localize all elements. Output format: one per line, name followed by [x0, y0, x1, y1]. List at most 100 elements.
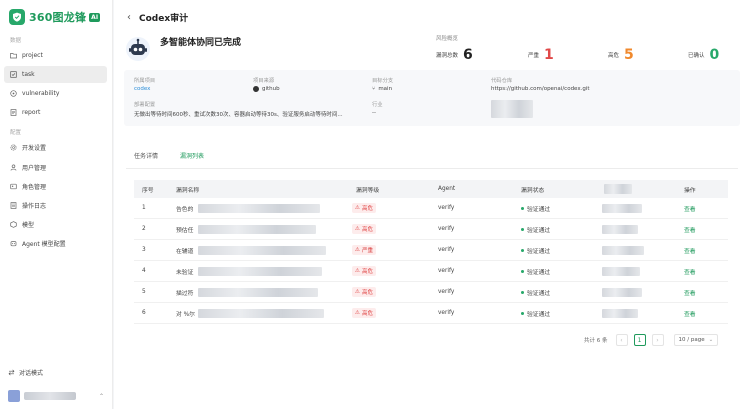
user-name-redacted	[24, 392, 76, 400]
warning-icon: ⚠	[355, 289, 360, 295]
task-header: 多智能体协同已完成 风险概览 漏洞总数 6 严重 1 高危 5 已确认 0	[114, 34, 750, 68]
redacted-cell	[602, 267, 640, 276]
sidebar-item-label: 开发设置	[22, 145, 47, 152]
log-icon	[10, 202, 17, 209]
config-value: 无做出等待时间600秒、重试次数30次、容器启动等待30s、验证服务启动等待时间…	[134, 112, 343, 118]
stat-high: 高危 5	[608, 47, 634, 63]
redacted-name	[198, 309, 324, 318]
status-text: 验证通过	[527, 227, 551, 234]
redacted-name	[198, 288, 318, 297]
col-name-header: 漏洞名称	[176, 187, 200, 194]
sidebar-item-operation-log[interactable]: 操作日志	[4, 197, 107, 214]
view-link[interactable]: 查看	[684, 204, 696, 213]
sidebar-item-model[interactable]: 模型	[4, 216, 107, 233]
tab-vulnerability-list[interactable]: 漏洞列表	[180, 151, 205, 169]
row-name: 对 %尔	[176, 311, 195, 318]
table-row: 2 预估任 ⚠ 高危 verify 验证通过 查看	[134, 219, 728, 240]
row-name: 在辅道	[176, 248, 194, 255]
table-row: 5 描过符 ⚠ 高危 verify 验证通过 查看	[134, 282, 728, 303]
branch-text: main	[378, 86, 393, 92]
table-row: 4 未验证 ⚠ 高危 verify 验证通过 查看	[134, 261, 728, 282]
status-badge: 验证通过	[521, 225, 550, 234]
user-switcher[interactable]: ⌃	[8, 389, 104, 403]
sidebar-item-report[interactable]: report	[4, 104, 107, 121]
sidebar-item-vulnerability[interactable]: vulnerability	[4, 85, 107, 102]
risk-overview-label: 风险概览	[436, 36, 459, 42]
page-1-button[interactable]: 1	[633, 334, 646, 346]
robot-avatar-icon	[126, 37, 150, 61]
bug-icon	[10, 90, 17, 97]
warning-icon: ⚠	[355, 205, 360, 211]
sidebar-group-title-config: 配置	[10, 130, 22, 136]
status-dot	[521, 290, 524, 294]
page-size-select[interactable]: 10 / page ⌄	[673, 334, 719, 346]
avatar	[8, 390, 20, 402]
model-icon	[10, 221, 17, 228]
user-icon	[10, 164, 17, 171]
col-index-header: 序号	[142, 187, 154, 194]
settings-icon	[10, 144, 17, 151]
view-link[interactable]: 查看	[684, 225, 696, 234]
brand-logo[interactable]: 360图龙锋 AI	[9, 8, 101, 26]
sidebar: 360图龙锋 AI 数据 project task vulnerability …	[0, 0, 113, 409]
chat-mode-button[interactable]: 对话模式	[8, 368, 43, 377]
repo-url[interactable]: https://github.com/openai/codex.git	[491, 86, 590, 92]
sidebar-item-agent-model-config[interactable]: Agent 模型配置	[4, 235, 107, 252]
back-icon[interactable]: ‹	[127, 12, 131, 23]
col-status-header: 漏洞状态	[521, 187, 545, 194]
tab-task-details[interactable]: 任务详情	[134, 151, 158, 169]
view-link[interactable]: 查看	[684, 267, 696, 276]
project-link[interactable]: codex	[134, 86, 150, 92]
stat-label: 漏洞总数	[436, 53, 459, 59]
stat-label: 已确认	[688, 53, 705, 59]
row-agent: verify	[438, 205, 455, 211]
stat-label: 高危	[608, 53, 620, 59]
risk-level: 高危	[361, 311, 373, 317]
redacted-header	[604, 184, 632, 194]
sidebar-item-task[interactable]: task	[4, 66, 107, 83]
chevron-down-icon: ⌄	[708, 337, 714, 343]
warning-icon: ⚠	[355, 268, 360, 274]
row-index: 3	[142, 247, 146, 253]
view-link[interactable]: 查看	[684, 246, 696, 255]
sidebar-item-role-management[interactable]: 角色管理	[4, 178, 107, 195]
status-dot	[521, 248, 524, 252]
sidebar-item-label: 模型	[22, 222, 35, 229]
sidebar-item-dev-settings[interactable]: 开发设置	[4, 139, 107, 156]
row-index: 2	[142, 226, 146, 232]
top-bar: ‹ Codex审计	[114, 0, 750, 34]
risk-level: 严重	[361, 248, 373, 254]
task-info-panel: 所属项目 codex 项目来源 github 目标分支 ⑂ main 代码仓库 …	[124, 70, 740, 126]
agent-icon	[10, 240, 17, 247]
stat-value: 0	[709, 47, 720, 63]
table-row: 3 在辅道 ⚠ 严重 verify 验证通过 查看	[134, 240, 728, 261]
pagination: 共计 6 条 ‹ 1 › 10 / page ⌄	[584, 334, 719, 346]
status-text: 验证通过	[527, 311, 551, 318]
stat-critical: 严重 1	[528, 47, 554, 63]
prev-page-button[interactable]: ‹	[615, 334, 628, 346]
page-size-value: 10 / page	[678, 337, 705, 343]
risk-level: 高危	[361, 269, 373, 275]
status-text: 验证通过	[527, 269, 551, 276]
row-index: 6	[142, 310, 146, 316]
view-link[interactable]: 查看	[684, 288, 696, 297]
col-agent-header: Agent	[438, 186, 456, 192]
row-name: 预估任	[176, 227, 194, 234]
config-label: 部署配置	[134, 102, 156, 108]
sidebar-item-user-management[interactable]: 用户管理	[4, 159, 107, 176]
next-page-button[interactable]: ›	[651, 334, 664, 346]
risk-badge: ⚠ 高危	[352, 308, 376, 318]
row-name: 描过符	[176, 290, 194, 297]
shield-logo-icon	[9, 9, 25, 25]
report-icon	[10, 109, 17, 116]
redacted-name	[198, 246, 326, 255]
risk-badge: ⚠ 高危	[352, 287, 376, 297]
sidebar-item-label: project	[22, 52, 43, 59]
total-count: 共计 6 条	[584, 338, 608, 344]
row-index: 4	[142, 268, 146, 274]
view-link[interactable]: 查看	[684, 309, 696, 318]
sidebar-item-project[interactable]: project	[4, 47, 107, 64]
stat-value: 6	[463, 47, 473, 63]
github-icon	[253, 86, 259, 92]
project-label: 所属项目	[134, 78, 156, 84]
